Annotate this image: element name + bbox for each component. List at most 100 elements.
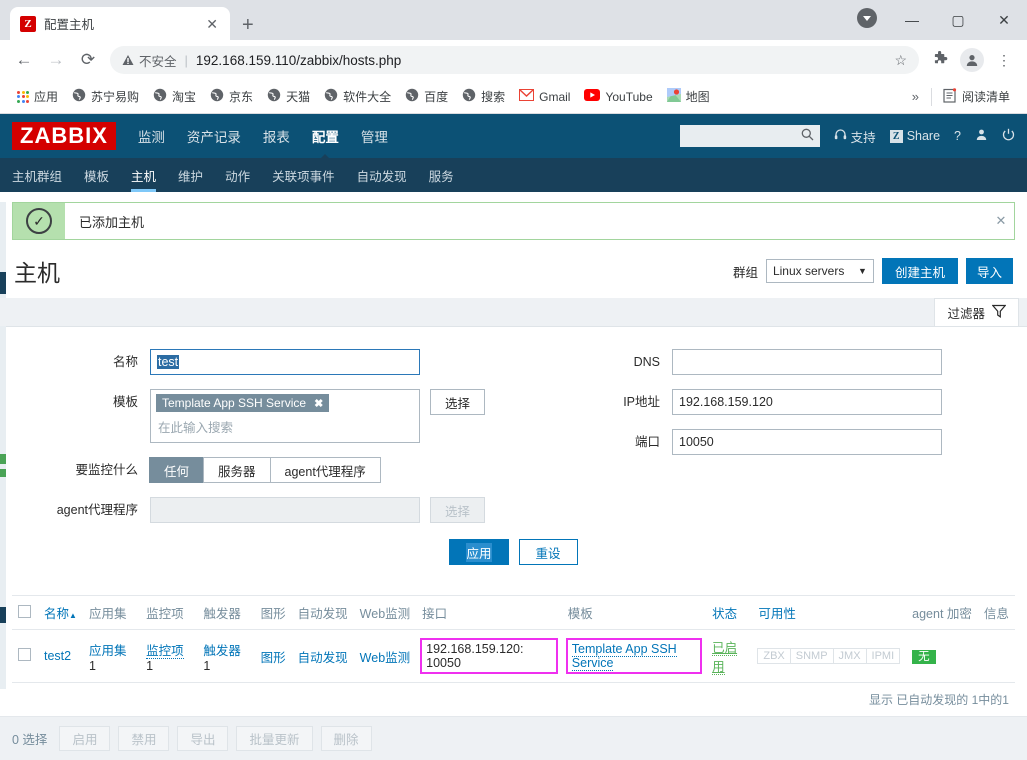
column-header-availability-link[interactable]: 可用性 <box>758 607 796 621</box>
bookmark-item-search[interactable]: 搜索 <box>455 88 512 105</box>
filter-tab[interactable]: 过滤器 <box>934 298 1019 326</box>
nav-item-administration[interactable]: 管理 <box>361 126 388 146</box>
subnav-item-templates[interactable]: 模板 <box>84 158 109 192</box>
chip-remove-icon[interactable]: ✖ <box>314 397 323 410</box>
row-checkbox[interactable] <box>18 648 31 661</box>
column-header-name[interactable]: 名称▲ <box>38 596 83 630</box>
browser-tab[interactable]: Z 配置主机 ✕ <box>10 7 230 40</box>
globe-icon <box>405 88 419 105</box>
subnav-item-maintenance[interactable]: 维护 <box>178 158 203 192</box>
extensions-puzzle-icon[interactable] <box>925 50 955 70</box>
host-name-link[interactable]: test2 <box>44 649 71 663</box>
user-profile-link[interactable] <box>975 128 988 144</box>
export-button[interactable]: 导出 <box>177 726 229 751</box>
subnav-item-actions[interactable]: 动作 <box>225 158 250 192</box>
filter-tab-row: 过滤器 <box>0 298 1027 326</box>
bookmark-item-gmail[interactable]: Gmail <box>512 88 577 104</box>
template-multiselect[interactable]: Template App SSH Service ✖ 在此输入搜索 <box>150 389 420 443</box>
maximize-button[interactable]: ▢ <box>935 12 981 29</box>
delete-button[interactable]: 删除 <box>320 726 372 751</box>
close-icon[interactable]: ✕ <box>204 17 220 31</box>
bookmark-label: 地图 <box>685 90 710 104</box>
column-header-status[interactable]: 状态 <box>706 596 753 630</box>
mass-update-button[interactable]: 批量更新 <box>236 726 313 751</box>
template-search-placeholder[interactable]: 在此输入搜索 <box>156 415 414 438</box>
url-bar[interactable]: 不安全 | 192.168.159.110/zabbix/hosts.php ☆ <box>110 46 919 74</box>
filter-form-left-column: 名称 test 模板 Template App SSH Service ✖ 在此… <box>0 349 520 523</box>
monitored-by-option-any[interactable]: 任何 <box>149 457 205 483</box>
reset-button[interactable]: 重设 <box>518 539 578 565</box>
bookmarks-overflow-button[interactable]: » <box>904 89 927 104</box>
reading-list-button[interactable]: 阅读清单 <box>936 87 1017 106</box>
bookmark-star-icon[interactable]: ☆ <box>894 52 907 69</box>
nav-item-reports[interactable]: 报表 <box>263 126 290 146</box>
select-all-checkbox[interactable] <box>18 604 31 618</box>
hosts-table: 名称▲ 应用集 监控项 触发器 图形 自动发现 Web监测 接口 模板 状态 可… <box>12 596 1015 683</box>
monitored-by-option-proxy[interactable]: agent代理程序 <box>269 457 381 483</box>
items-link[interactable]: 监控项 <box>146 643 184 659</box>
minimize-button[interactable]: — <box>889 12 935 28</box>
reading-list-icon <box>943 87 957 106</box>
create-host-button[interactable]: 创建主机 <box>881 258 958 284</box>
template-select-button[interactable]: 选择 <box>430 389 486 415</box>
group-select[interactable]: Linux servers ▼ <box>765 259 874 283</box>
triggers-link[interactable]: 触发器 <box>203 644 241 658</box>
close-icon[interactable]: ✕ <box>988 203 1014 239</box>
column-header-availability[interactable]: 可用性 <box>752 596 907 630</box>
share-link[interactable]: Z Share <box>889 129 940 143</box>
column-header-name-link[interactable]: 名称 <box>44 607 69 621</box>
name-input[interactable]: test <box>150 349 420 375</box>
search-input[interactable] <box>685 128 814 144</box>
table-footer-text: 显示 已自动发现的 1中的1 <box>868 693 1009 707</box>
chrome-menu-icon[interactable]: ⋮ <box>989 52 1019 69</box>
column-header-interface: 接口 <box>416 596 562 630</box>
subnav-item-services[interactable]: 服务 <box>429 158 454 192</box>
apply-button[interactable]: 应用 <box>449 539 509 565</box>
nav-item-configuration[interactable]: 配置 <box>312 126 339 146</box>
profile-avatar-icon[interactable] <box>957 48 987 72</box>
back-button[interactable]: ← <box>8 50 40 70</box>
discovery-link[interactable]: 自动发现 <box>298 651 348 665</box>
dns-input[interactable] <box>672 349 942 375</box>
support-link[interactable]: 支持 <box>834 127 876 146</box>
subnav-item-correlation[interactable]: 关联项事件 <box>272 158 335 192</box>
zabbix-logo[interactable]: ZABBIX <box>12 122 116 150</box>
disable-button[interactable]: 禁用 <box>118 726 170 751</box>
bookmark-item-suning[interactable]: 苏宁易购 <box>65 88 146 105</box>
subnav-item-host-groups[interactable]: 主机群组 <box>12 158 62 192</box>
status-badge[interactable]: 已启用 <box>712 641 738 675</box>
bookmark-item-apps[interactable]: 应用 <box>10 88 65 105</box>
availability-ipmi: IPMI <box>865 648 901 664</box>
graphs-link[interactable]: 图形 <box>261 651 286 665</box>
download-indicator-icon[interactable] <box>857 8 877 28</box>
import-button[interactable]: 导入 <box>965 258 1013 284</box>
field-row-name: 名称 test <box>0 349 520 375</box>
subnav-item-discovery[interactable]: 自动发现 <box>357 158 407 192</box>
new-tab-button[interactable]: + <box>242 15 254 35</box>
reload-button[interactable]: ⟳ <box>72 50 104 70</box>
nav-item-monitoring[interactable]: 监测 <box>138 126 165 146</box>
ip-input[interactable]: 192.168.159.120 <box>672 389 942 415</box>
forward-button[interactable]: → <box>40 50 72 70</box>
nav-item-inventory[interactable]: 资产记录 <box>187 126 241 146</box>
template-chip[interactable]: Template App SSH Service ✖ <box>156 394 330 412</box>
monitored-by-option-server[interactable]: 服务器 <box>203 457 271 483</box>
bookmark-item-taobao[interactable]: 淘宝 <box>146 88 203 105</box>
bookmark-item-maps[interactable]: 地图 <box>660 88 717 105</box>
bookmark-item-software[interactable]: 软件大全 <box>317 88 398 105</box>
not-secure-indicator[interactable]: 不安全 <box>122 51 177 70</box>
bookmark-item-tmall[interactable]: 天猫 <box>260 88 317 105</box>
enable-button[interactable]: 启用 <box>59 726 111 751</box>
web-link[interactable]: Web监测 <box>360 651 410 665</box>
applications-link[interactable]: 应用集 <box>89 644 127 658</box>
column-header-status-link[interactable]: 状态 <box>712 607 737 621</box>
window-close-button[interactable]: ✕ <box>981 12 1027 29</box>
help-link[interactable]: ? <box>954 129 961 143</box>
logout-link[interactable] <box>1002 128 1015 144</box>
bookmark-item-youtube[interactable]: YouTube <box>577 89 659 104</box>
global-search-box[interactable] <box>679 125 820 147</box>
port-input[interactable]: 10050 <box>672 429 942 455</box>
bookmark-item-jd[interactable]: 京东 <box>203 88 260 105</box>
bookmark-item-baidu[interactable]: 百度 <box>398 88 455 105</box>
subnav-item-hosts[interactable]: 主机 <box>131 158 157 192</box>
